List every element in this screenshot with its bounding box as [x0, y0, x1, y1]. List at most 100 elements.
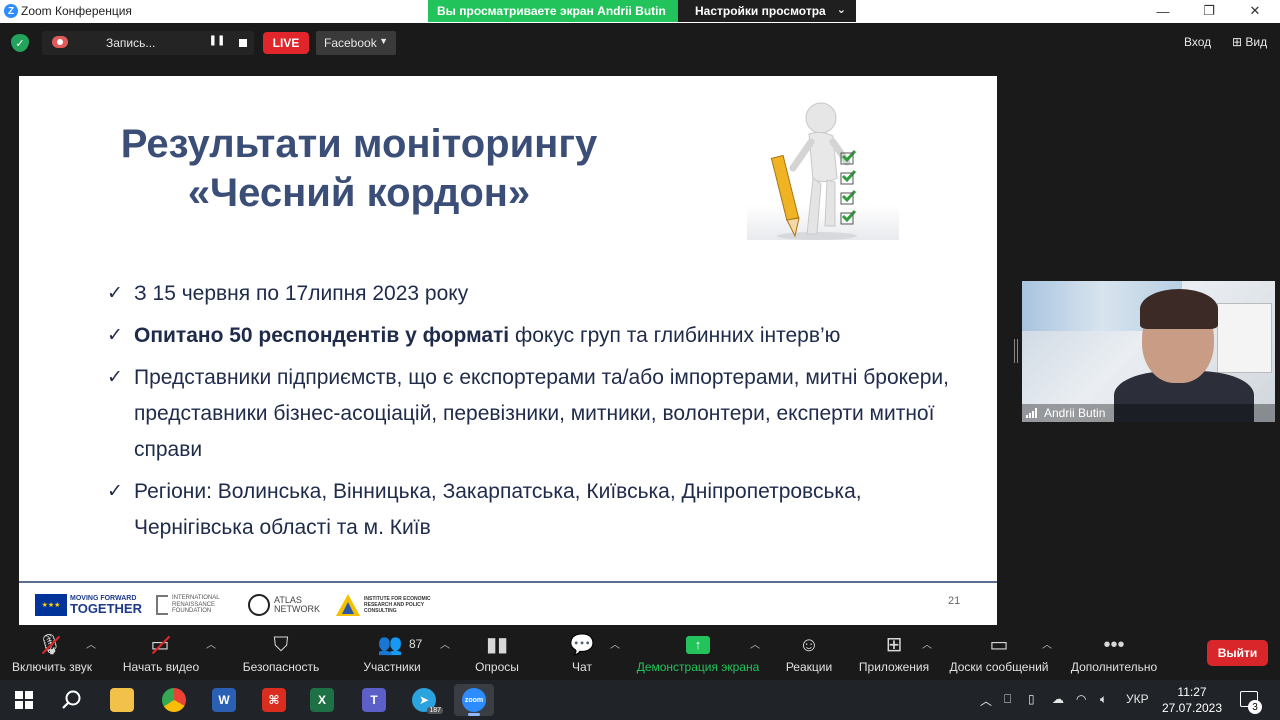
caret-up-icon[interactable]: ︿: [610, 636, 620, 651]
telegram-unread-badge: 187: [427, 707, 443, 714]
apps-label: Приложения: [858, 660, 930, 674]
clock-time: 11:27: [1177, 685, 1207, 699]
more-dots-icon: •••: [1103, 634, 1125, 656]
view-settings-button[interactable]: Настройки просмотра ⌄: [678, 0, 856, 22]
share-screen-arrow-icon: ↑: [686, 636, 710, 654]
taskbar-telegram[interactable]: ➤ 187: [404, 684, 444, 716]
signal-strength-icon: [1026, 408, 1040, 418]
start-video-button[interactable]: ▭ ︿ Начать видео: [112, 628, 216, 680]
view-label: Вид: [1245, 35, 1268, 49]
security-button[interactable]: ⛉ Безопасность: [236, 628, 326, 680]
share-screen-label: Демонстрация экрана: [636, 660, 760, 674]
encryption-shield-icon[interactable]: ✓: [11, 34, 29, 52]
share-banner-text: Вы просматриваете экран Andrii Butin: [428, 0, 678, 22]
irf-mark-icon: [156, 594, 168, 615]
moving-forward-together-logo: MOVING FORWARD TOGETHER: [70, 595, 142, 615]
irf-text: INTERNATIONAL RENAISSANCE FOUNDATION: [172, 594, 220, 615]
close-button[interactable]: ✕: [1232, 0, 1278, 22]
share-screen-button[interactable]: ↑ ︿ Демонстрация экрана: [632, 628, 764, 680]
title-bar: Z Zoom Конференция Вы просматриваете экр…: [0, 0, 1280, 23]
start-video-label: Начать видео: [122, 660, 200, 674]
taskbar-chrome[interactable]: [154, 684, 194, 716]
live-stream-dropdown[interactable]: Facebook ▼: [316, 31, 396, 55]
ier-triangle-icon: [336, 594, 360, 616]
caret-up-icon[interactable]: ︿: [206, 636, 216, 651]
microphone-muted-icon: 🎙: [37, 634, 63, 656]
atlas-network-logo: ATLAS NETWORK: [248, 594, 320, 616]
slide-number: 21: [948, 595, 961, 607]
participants-icon: 👥: [377, 634, 403, 656]
eu-flag-icon: ★★★: [35, 594, 67, 616]
share-banner: Вы просматриваете экран Andrii Butin Нас…: [428, 0, 856, 22]
maximize-button[interactable]: ❐: [1186, 0, 1232, 22]
caret-up-icon[interactable]: ︿: [440, 636, 450, 651]
caret-up-icon[interactable]: ︿: [922, 636, 932, 651]
enter-button[interactable]: Вход: [1184, 35, 1211, 49]
volume-icon[interactable]: 🔈︎: [1100, 692, 1107, 707]
start-button[interactable]: [4, 684, 44, 716]
unmute-button[interactable]: 🎙 ︿ Включить звук: [0, 628, 104, 680]
irf-logo: INTERNATIONAL RENAISSANCE FOUNDATION: [156, 595, 242, 616]
polls-label: Опросы: [475, 660, 519, 674]
participant-name: Andrii Butin: [1044, 406, 1106, 420]
view-button[interactable]: ⊞ Вид: [1232, 35, 1267, 49]
tray-overflow-chevron-icon[interactable]: ︿: [980, 692, 992, 709]
pause-recording-button[interactable]: ❚❚: [208, 35, 226, 51]
tray-meet-icon[interactable]: ⎕: [1004, 692, 1011, 707]
security-shield-icon: ⛉: [273, 634, 289, 656]
window-title: Zoom Конференция: [21, 4, 132, 18]
bullet-bold-text: Опитано 50 респондентів у форматі: [134, 324, 510, 347]
battery-icon[interactable]: ▯: [1028, 692, 1035, 706]
caret-up-icon[interactable]: ︿: [750, 636, 760, 651]
clock[interactable]: 11:27 27.07.2023: [1160, 684, 1224, 716]
reactions-button[interactable]: ☺ Реакции: [780, 628, 838, 680]
slide-footer-divider: [19, 581, 997, 583]
search-icon: [62, 690, 81, 709]
live-badge[interactable]: LIVE: [263, 32, 309, 54]
windows-logo-icon: [15, 691, 33, 709]
unmute-label: Включить звук: [11, 660, 93, 674]
ier-text: INSTITUTE FOR ECONOMIC RESEARCH AND POLI…: [364, 596, 431, 614]
minimize-button[interactable]: —: [1140, 0, 1186, 22]
chat-button[interactable]: 💬 ︿ Чат: [558, 628, 620, 680]
ier-logo: INSTITUTE FOR ECONOMIC RESEARCH AND POLI…: [336, 594, 444, 616]
caret-up-icon[interactable]: ︿: [86, 636, 96, 651]
participants-label: Участники: [363, 660, 421, 674]
figure-with-pencil-illustration: [747, 98, 899, 240]
taskbar-explorer[interactable]: [102, 684, 142, 716]
taskbar-word[interactable]: W: [204, 684, 244, 716]
whiteboards-button[interactable]: ▭ ︿ Доски сообщений: [944, 628, 1054, 680]
windows-taskbar: W ⌘ X T ➤ 187 zoom ︿ ⎕ ▯ ☁ ◠ 🔈︎ УКР 11:2…: [0, 680, 1280, 720]
participants-button[interactable]: 👥 87 ︿ Участники: [352, 628, 450, 680]
polls-button[interactable]: ▮▮ Опросы: [466, 628, 528, 680]
more-button[interactable]: ••• Дополнительно: [1064, 628, 1164, 680]
stop-recording-button[interactable]: [234, 35, 252, 51]
bullet-item: ✓ Представники підприємств, що є експорт…: [107, 360, 987, 468]
polls-bar-chart-icon: ▮▮: [485, 634, 508, 656]
wifi-icon[interactable]: ◠: [1076, 692, 1086, 706]
participant-video-tile[interactable]: Andrii Butin: [1022, 281, 1275, 422]
leave-button[interactable]: Выйти: [1207, 640, 1268, 666]
taskbar-acrobat[interactable]: ⌘: [254, 684, 294, 716]
caret-up-icon[interactable]: ︿: [1042, 636, 1052, 651]
search-button[interactable]: [52, 684, 92, 716]
taskbar-zoom[interactable]: zoom: [454, 684, 494, 716]
participants-count: 87: [409, 637, 423, 651]
slide-title-line2: «Чесний кордон»: [187, 171, 531, 215]
zoom-window: Z Zoom Конференция Вы просматриваете экр…: [0, 0, 1280, 720]
chat-label: Чат: [572, 660, 592, 674]
atlas-globe-icon: [248, 594, 270, 616]
panel-splitter-handle[interactable]: [1014, 339, 1018, 363]
bullet-list: ✓ З 15 червня по 17липня 2023 року ✓ Опи…: [107, 276, 987, 552]
meeting-top-bar: ✓ Запись... ❚❚ LIVE Facebook ▼ Вход ⊞ Ви…: [0, 23, 1280, 63]
language-indicator[interactable]: УКР: [1126, 692, 1149, 706]
atlas-line2: NETWORK: [274, 604, 320, 614]
taskbar-teams[interactable]: T: [354, 684, 394, 716]
teams-icon: T: [362, 688, 386, 712]
bullet-item: ✓ З 15 червня по 17липня 2023 року: [107, 276, 987, 312]
zoom-icon: zoom: [462, 688, 486, 712]
onedrive-cloud-icon[interactable]: ☁: [1052, 692, 1064, 706]
apps-button[interactable]: ⊞ ︿ Приложения: [854, 628, 934, 680]
partner-logos: ★★★ MOVING FORWARD TOGETHER INTERNATIONA…: [35, 590, 444, 620]
taskbar-excel[interactable]: X: [302, 684, 342, 716]
